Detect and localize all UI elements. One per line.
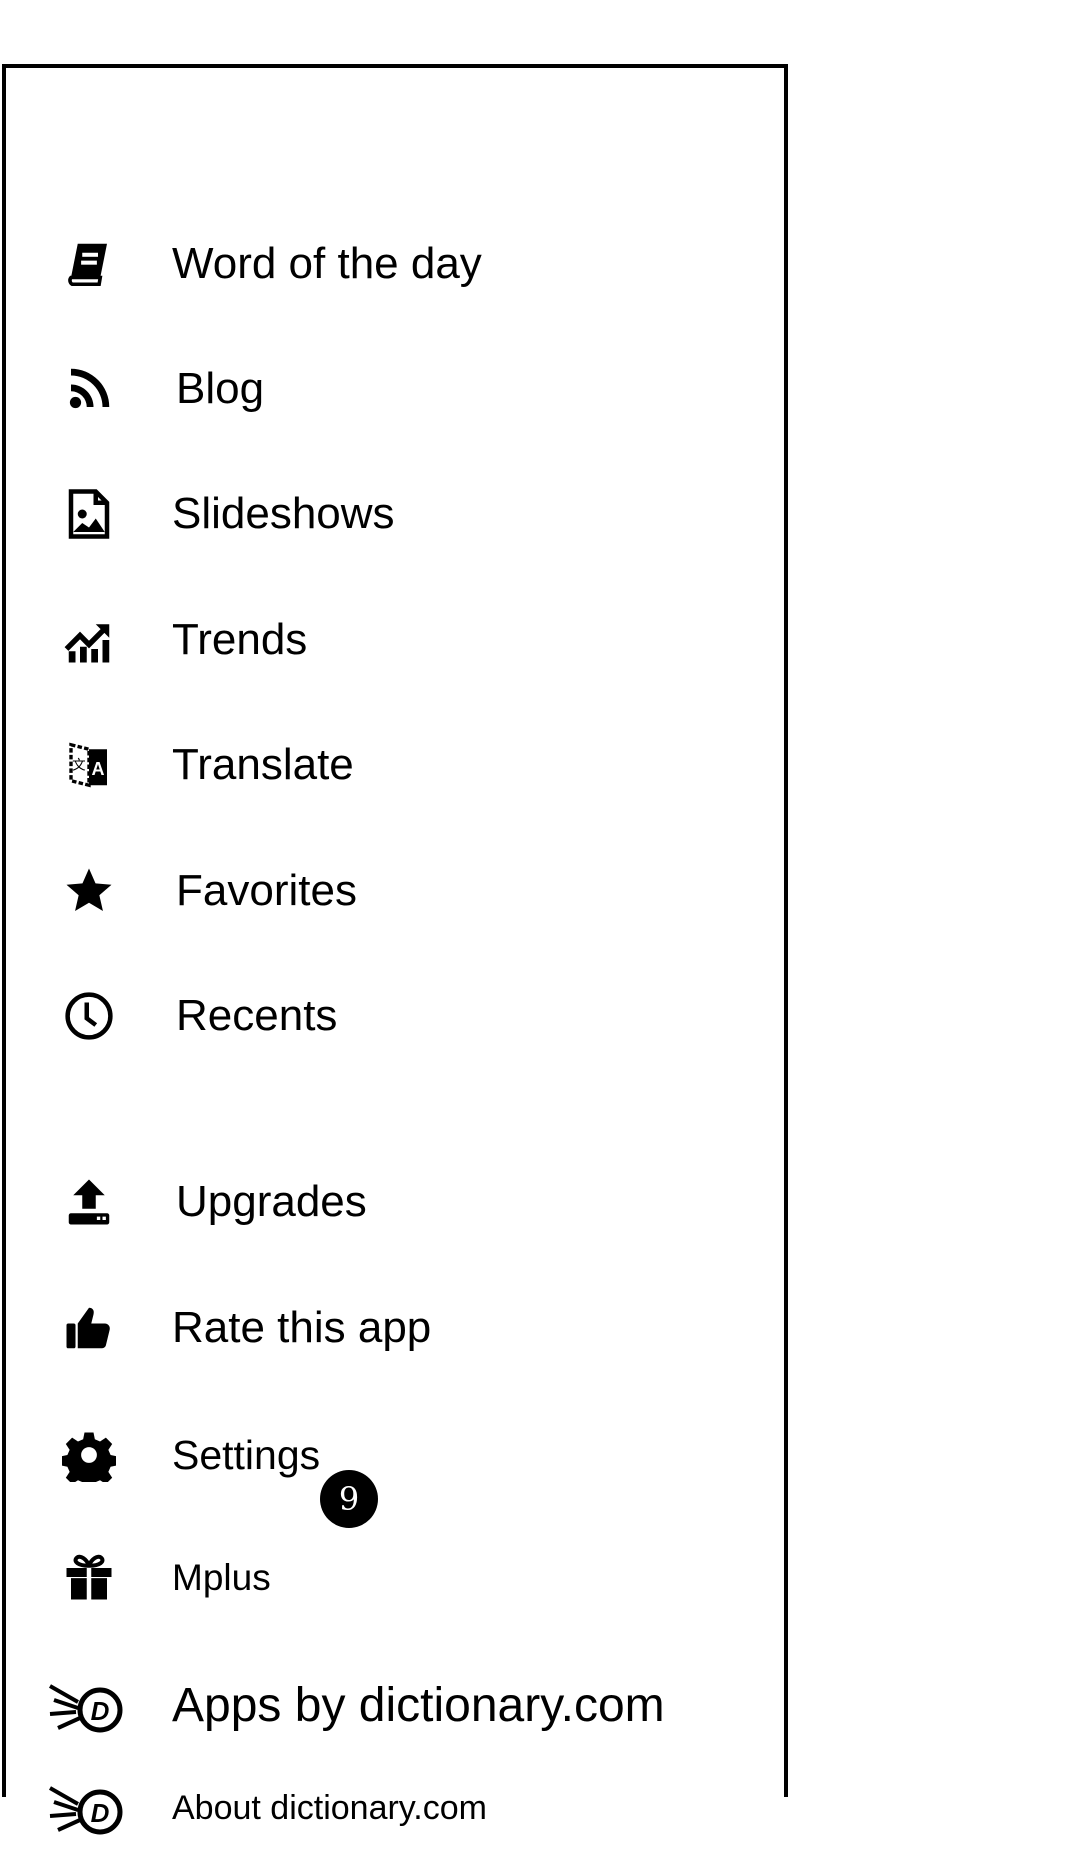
menu-item-rate-this-app[interactable]: Rate this app (6, 1278, 786, 1378)
menu-item-label: Slideshows (172, 489, 395, 538)
navigation-drawer: Word of the day Blog Slideshows Trends A… (2, 64, 788, 1835)
menu-item-label: Rate this app (172, 1303, 432, 1352)
menu-item-label: Mplus (172, 1556, 271, 1598)
menu-item-label: Word of the day (172, 239, 482, 288)
notification-badge: 9 (320, 1470, 378, 1528)
menu-item-label: About dictionary.com (172, 1789, 487, 1827)
image-file-icon (56, 481, 122, 547)
trending-up-icon (56, 607, 122, 673)
menu-item-label: Upgrades (176, 1177, 367, 1226)
menu-item-label: Settings (172, 1431, 321, 1478)
menu-item-recents[interactable]: Recents (6, 966, 786, 1066)
upload-icon (56, 1169, 122, 1235)
menu-item-about-dictionary[interactable]: D About dictionary.com (6, 1758, 786, 1858)
menu-item-label: Blog (176, 364, 265, 413)
menu-item-slideshows[interactable]: Slideshows (6, 464, 786, 564)
clock-icon (56, 983, 122, 1049)
gear-icon (56, 1422, 122, 1488)
menu-item-label: Trends (172, 615, 308, 664)
book-icon (56, 231, 122, 297)
menu-item-translate[interactable]: A文 Translate (6, 715, 786, 815)
menu-item-upgrades[interactable]: Upgrades (6, 1152, 786, 1252)
menu-item-word-of-the-day[interactable]: Word of the day (6, 214, 786, 314)
menu-item-settings[interactable]: Settings (6, 1405, 786, 1505)
menu-item-label: Apps by dictionary.com (172, 1679, 665, 1732)
menu-item-label: Recents (176, 991, 338, 1040)
menu-item-favorites[interactable]: Favorites (6, 841, 786, 941)
menu-item-mplus[interactable]: Mplus (6, 1527, 786, 1627)
svg-text:D: D (91, 1798, 110, 1828)
gift-icon (56, 1544, 122, 1610)
svg-text:D: D (91, 1696, 110, 1726)
rss-icon (56, 356, 122, 422)
dictionary-logo-icon: D (46, 1673, 126, 1739)
menu-item-label: Translate (172, 740, 354, 789)
menu-item-trends[interactable]: Trends (6, 590, 786, 690)
menu-item-label: Favorites (176, 866, 357, 915)
menu-item-apps-by-dictionary[interactable]: D Apps by dictionary.com (6, 1656, 786, 1756)
translate-icon: A文 (56, 732, 122, 798)
thumbs-up-icon (56, 1295, 122, 1361)
star-icon (56, 858, 122, 924)
dictionary-logo-icon: D (46, 1775, 126, 1841)
menu-item-blog[interactable]: Blog (6, 339, 786, 439)
svg-text:文: 文 (72, 758, 86, 773)
svg-text:A: A (92, 759, 105, 779)
